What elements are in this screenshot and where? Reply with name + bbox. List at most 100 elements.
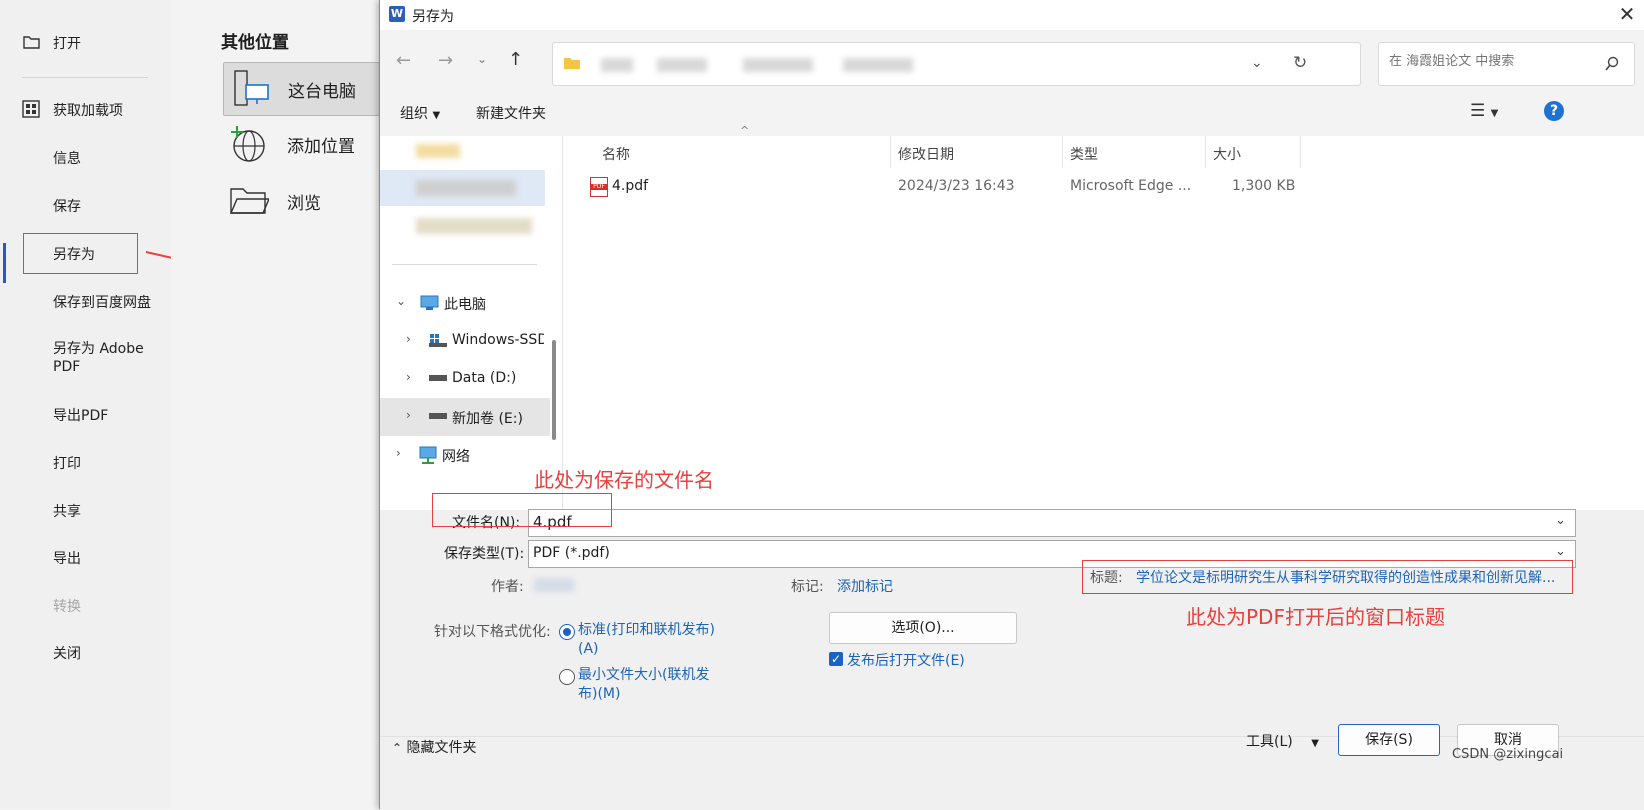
sidebar-item-save-adobe[interactable]: 另存为 Adobe PDF	[53, 340, 158, 376]
annotation-title: 此处为PDF打开后的窗口标题	[1186, 605, 1445, 629]
dialog-title: 另存为	[412, 9, 454, 25]
radio-standard[interactable]	[559, 624, 575, 640]
save-button[interactable]: 保存(S)	[1338, 724, 1440, 756]
chevron-down-icon[interactable]: ⌄	[1555, 513, 1566, 528]
sidebar-item-export-pdf[interactable]: 导出PDF	[53, 405, 108, 425]
up-arrow-icon[interactable]: ↑	[508, 49, 523, 70]
title-label: 标题:	[1090, 570, 1123, 586]
folder-icon	[229, 188, 269, 214]
network-icon	[419, 446, 437, 464]
tools-button[interactable]: 工具(L) ▼	[1246, 731, 1319, 751]
chevron-right-icon: ›	[406, 370, 411, 384]
dialog-footer: ⌃ 隐藏文件夹 工具(L) ▼ 保存(S) 取消 CSDN @zixingcai	[380, 724, 1644, 810]
new-folder-button[interactable]: 新建文件夹	[476, 103, 546, 123]
backstage-sidebar: 打开 获取加载项 信息 保存 另存为 保存到百度网盘 另存为 Adobe PDF…	[0, 0, 172, 809]
tree-item-drive-c[interactable]: › Windows-SSD	[380, 322, 550, 360]
sort-up-icon: ^	[740, 124, 750, 137]
annotation-box-save-as	[23, 233, 138, 274]
title-field[interactable]: 学位论文是标明研究生从事科学研究取得的创造性成果和创新见解...	[1136, 567, 1555, 587]
windows-drive-icon	[429, 334, 447, 347]
column-separator[interactable]	[1205, 136, 1206, 168]
save-as-dialog: W 另存为 ✕ ← → ⌄ ↑ ⌄ ↻ 组织 ▼ 新建文件夹 ☰ ▼ ?	[379, 0, 1644, 810]
computer-icon	[234, 70, 269, 106]
search-input[interactable]	[1387, 53, 1591, 70]
location-this-pc[interactable]: 这台电脑	[223, 62, 385, 116]
grid-icon	[22, 100, 40, 118]
column-type[interactable]: 类型	[1070, 144, 1098, 164]
column-name[interactable]: 名称	[602, 144, 630, 164]
sidebar-item-close[interactable]: 关闭	[53, 643, 81, 663]
caret-down-icon: ▼	[432, 110, 441, 121]
file-size: 1,300 KB	[1232, 178, 1296, 194]
back-arrow-icon[interactable]: ←	[396, 50, 411, 71]
sidebar-item-share[interactable]: 共享	[53, 501, 81, 521]
tree-item-network[interactable]: › 网络	[380, 436, 550, 474]
navigation-tree: ⌄ 此电脑 › Windows-SSD › Data (D:) › 新加卷 (E…	[380, 136, 562, 512]
tree-item-drive-d[interactable]: › Data (D:)	[380, 360, 550, 398]
dialog-toolbar: 组织 ▼ 新建文件夹 ☰ ▼ ?	[380, 98, 1644, 136]
organize-button[interactable]: 组织 ▼	[400, 103, 440, 123]
sidebar-item-save[interactable]: 保存	[53, 196, 81, 216]
blurred-path	[601, 58, 633, 72]
tree-scrollbar[interactable]	[552, 340, 556, 440]
tree-row-selected[interactable]	[380, 170, 545, 206]
other-locations-heading: 其他位置	[221, 33, 289, 53]
tree-item-this-pc[interactable]: ⌄ 此电脑	[380, 284, 550, 322]
column-separator[interactable]	[1300, 136, 1301, 168]
search-box[interactable]	[1378, 42, 1635, 86]
view-options-icon[interactable]: ☰ ▼	[1470, 101, 1498, 121]
refresh-icon[interactable]: ↻	[1293, 53, 1307, 73]
annotation-filename: 此处为保存的文件名	[534, 468, 714, 492]
help-icon[interactable]: ?	[1544, 101, 1564, 121]
file-row[interactable]: PDF 4.pdf 2024/3/23 16:43 Microsoft Edge…	[586, 174, 1306, 200]
address-bar[interactable]: ⌄ ↻	[552, 42, 1361, 86]
opt-min-label[interactable]: 最小文件大小(联机发布)(M)	[578, 666, 720, 704]
column-size[interactable]: 大小	[1213, 144, 1241, 164]
pdf-file-icon: PDF	[590, 177, 608, 197]
hide-folders-button[interactable]: ⌃ 隐藏文件夹	[392, 737, 477, 757]
recent-dropdown-icon[interactable]: ⌄	[477, 52, 487, 66]
chevron-down-icon[interactable]: ⌄	[1251, 55, 1263, 71]
file-type: Microsoft Edge ...	[1070, 178, 1192, 194]
monitor-icon	[420, 295, 439, 310]
column-date[interactable]: 修改日期	[898, 144, 954, 164]
search-icon	[1605, 56, 1619, 71]
tree-item-drive-e[interactable]: › 新加卷 (E:)	[380, 398, 550, 436]
location-add-place[interactable]: 添加位置	[223, 118, 383, 170]
pane-divider[interactable]	[562, 136, 563, 510]
chevron-right-icon: ›	[396, 446, 401, 460]
open-after-checkbox[interactable]: ✓	[829, 652, 843, 666]
globe-add-icon	[231, 126, 265, 162]
location-browse[interactable]: 浏览	[223, 175, 383, 227]
opt-standard-label[interactable]: 标准(打印和联机发布)(A)	[578, 621, 720, 659]
tags-label: 标记:	[791, 579, 824, 595]
sidebar-item-print[interactable]: 打印	[53, 453, 81, 473]
chevron-up-icon: ⌃	[392, 741, 403, 755]
open-after-label[interactable]: 发布后打开文件(E)	[847, 650, 965, 670]
filename-field[interactable]: 4.pdf ⌄	[528, 509, 1576, 537]
chevron-down-icon[interactable]: ⌄	[1555, 544, 1566, 559]
add-tags-link[interactable]: 添加标记	[837, 576, 893, 596]
word-app-icon: W	[389, 6, 405, 22]
filetype-label: 保存类型(T):	[444, 546, 525, 562]
close-icon[interactable]: ✕	[1612, 0, 1642, 30]
chevron-right-icon: ›	[406, 332, 411, 346]
blurred-quick-access	[416, 144, 460, 158]
chevron-down-icon: ⌄	[396, 294, 407, 308]
column-separator[interactable]	[1062, 136, 1063, 168]
options-button[interactable]: 选项(O)...	[829, 612, 1017, 644]
blurred-author[interactable]	[534, 578, 574, 592]
radio-min-size[interactable]	[559, 669, 575, 685]
forward-arrow-icon[interactable]: →	[438, 50, 453, 71]
sidebar-item-info[interactable]: 信息	[53, 148, 81, 168]
dialog-titlebar: W 另存为 ✕	[380, 0, 1644, 30]
blurred-path	[843, 58, 913, 72]
sidebar-item-export[interactable]: 导出	[53, 548, 81, 568]
watermark: CSDN @zixingcai	[1452, 747, 1564, 762]
column-separator[interactable]	[890, 136, 891, 168]
caret-down-icon: ▼	[1311, 738, 1319, 749]
drive-icon	[429, 375, 447, 381]
annotation-box-filename	[432, 493, 612, 527]
sidebar-item-save-baidu[interactable]: 保存到百度网盘	[53, 292, 151, 312]
filetype-value: PDF (*.pdf)	[533, 545, 610, 561]
